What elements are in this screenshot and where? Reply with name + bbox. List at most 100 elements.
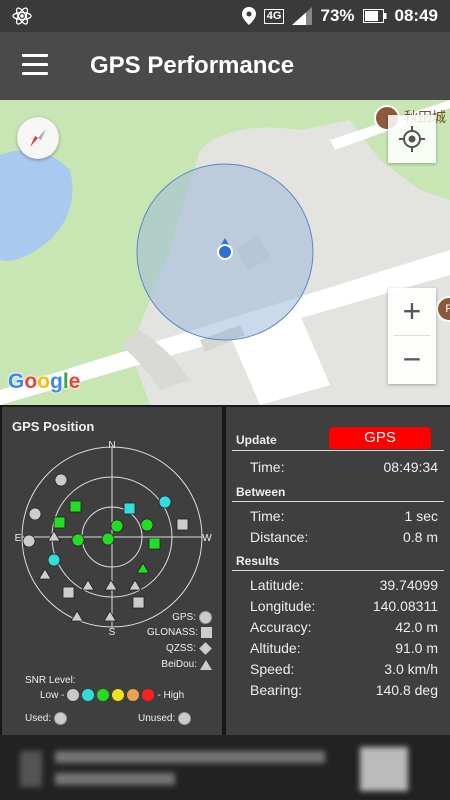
divider bbox=[232, 450, 444, 451]
satellite bbox=[103, 610, 117, 622]
network-badge: 4G bbox=[263, 8, 285, 24]
gps-position-panel: GPS Position N S E W GPS: GLONASS: QZSS:… bbox=[2, 407, 222, 735]
snr-dot-2 bbox=[82, 689, 95, 701]
used-circle-icon bbox=[54, 712, 68, 725]
satellite bbox=[71, 533, 85, 547]
legend-glonass: GLONASS: bbox=[147, 627, 212, 638]
between-heading: Between bbox=[236, 485, 286, 499]
satellite bbox=[136, 562, 150, 574]
direction-e: E bbox=[15, 533, 22, 544]
satellite bbox=[69, 500, 82, 513]
legend-unused: Unused: bbox=[138, 712, 192, 725]
legend-used: Used: bbox=[25, 712, 68, 725]
my-location-button[interactable] bbox=[388, 115, 436, 163]
satellite bbox=[128, 579, 142, 591]
satellite bbox=[123, 502, 136, 515]
snr-dot-5 bbox=[127, 689, 140, 701]
satellite bbox=[158, 495, 172, 509]
satellite bbox=[53, 516, 66, 529]
snr-scale: Low - - High bbox=[40, 689, 185, 701]
satellite bbox=[140, 518, 154, 532]
google-logo: Google bbox=[8, 370, 81, 393]
status-bar: 4G 73% 08:49 bbox=[0, 0, 450, 32]
result-label-speed: Speed: bbox=[250, 661, 295, 677]
snr-dot-3 bbox=[97, 689, 110, 701]
update-time-label: Time: bbox=[250, 459, 285, 475]
satellite bbox=[176, 518, 189, 531]
satellite bbox=[38, 568, 52, 580]
between-time-value: 1 sec bbox=[404, 508, 438, 524]
between-distance-label: Distance: bbox=[250, 529, 309, 545]
page-title: GPS Performance bbox=[90, 52, 295, 79]
compass-icon bbox=[30, 129, 46, 147]
info-area: GPS Position N S E W GPS: GLONASS: QZSS:… bbox=[0, 405, 450, 735]
beidou-triangle-icon bbox=[200, 659, 212, 670]
clock: 08:49 bbox=[394, 6, 438, 25]
snr-dot-6 bbox=[142, 689, 155, 701]
result-value-longitude: 140.08311 bbox=[372, 598, 438, 614]
satellites bbox=[22, 473, 189, 622]
satellite bbox=[104, 579, 118, 591]
result-label-latitude: Latitude: bbox=[250, 577, 304, 593]
results-panel: Update GPS Time: 08:49:34 Between Time: … bbox=[226, 407, 450, 735]
glonass-square-icon bbox=[201, 627, 212, 638]
gps-button[interactable]: GPS bbox=[329, 427, 431, 449]
map-view[interactable]: 秋田城 P + − Google bbox=[0, 100, 450, 405]
legend-beidou: BeiDou: bbox=[161, 659, 212, 670]
hamburger-menu-icon[interactable] bbox=[22, 54, 48, 76]
divider bbox=[232, 501, 444, 502]
direction-w: W bbox=[202, 533, 212, 544]
satellite bbox=[47, 530, 61, 542]
ad-banner[interactable] bbox=[0, 735, 450, 800]
satellite bbox=[62, 586, 75, 599]
gps-circle-icon bbox=[199, 611, 212, 624]
satellite bbox=[101, 532, 115, 546]
result-label-accuracy: Accuracy: bbox=[250, 619, 312, 635]
satellite bbox=[54, 473, 68, 487]
result-value-bearing: 140.8 deg bbox=[375, 682, 438, 698]
result-value-speed: 3.0 km/h bbox=[384, 661, 438, 677]
results-heading: Results bbox=[236, 554, 280, 568]
satellite bbox=[132, 596, 145, 609]
satellite bbox=[47, 553, 61, 567]
sky-plot: N S E W bbox=[15, 440, 213, 635]
result-value-altitude: 91.0 m bbox=[395, 640, 438, 656]
update-time-value: 08:49:34 bbox=[383, 459, 439, 475]
update-heading: Update bbox=[236, 433, 277, 447]
result-value-latitude: 39.74099 bbox=[379, 577, 438, 593]
zoom-controls: + − bbox=[388, 288, 436, 384]
ad-content bbox=[20, 747, 408, 791]
between-time-label: Time: bbox=[250, 508, 285, 524]
location-pin-icon bbox=[241, 7, 256, 25]
direction-s: S bbox=[109, 627, 116, 635]
my-location-icon bbox=[399, 126, 425, 152]
between-distance-value: 0.8 m bbox=[402, 529, 438, 545]
battery-icon bbox=[362, 9, 387, 23]
divider bbox=[232, 570, 444, 571]
snr-level-label: SNR Level: bbox=[25, 675, 76, 686]
app-bar: GPS Performance bbox=[0, 32, 450, 100]
legend-gps: GPS: bbox=[172, 611, 212, 624]
result-label-longitude: Longitude: bbox=[250, 598, 316, 614]
satellite bbox=[70, 610, 84, 622]
legend-qzss: QZSS: bbox=[166, 642, 212, 655]
zoom-out-button[interactable]: − bbox=[388, 336, 436, 383]
signal-icon bbox=[292, 7, 313, 25]
result-label-altitude: Altitude: bbox=[250, 640, 301, 656]
satellite bbox=[110, 519, 124, 533]
satellite bbox=[81, 579, 95, 591]
snr-dot-1 bbox=[67, 689, 80, 701]
compass-button[interactable] bbox=[17, 117, 59, 159]
qzss-diamond-icon bbox=[199, 642, 212, 655]
direction-n: N bbox=[108, 440, 115, 451]
gps-position-title: GPS Position bbox=[12, 419, 95, 434]
map-canvas bbox=[0, 100, 450, 405]
result-value-accuracy: 42.0 m bbox=[395, 619, 438, 635]
result-label-bearing: Bearing: bbox=[250, 682, 303, 698]
satellite bbox=[28, 507, 42, 521]
snr-dot-4 bbox=[112, 689, 125, 701]
satellite bbox=[148, 537, 161, 550]
satellite bbox=[22, 534, 36, 548]
zoom-in-button[interactable]: + bbox=[388, 288, 436, 335]
battery-percent: 73% bbox=[320, 6, 355, 25]
